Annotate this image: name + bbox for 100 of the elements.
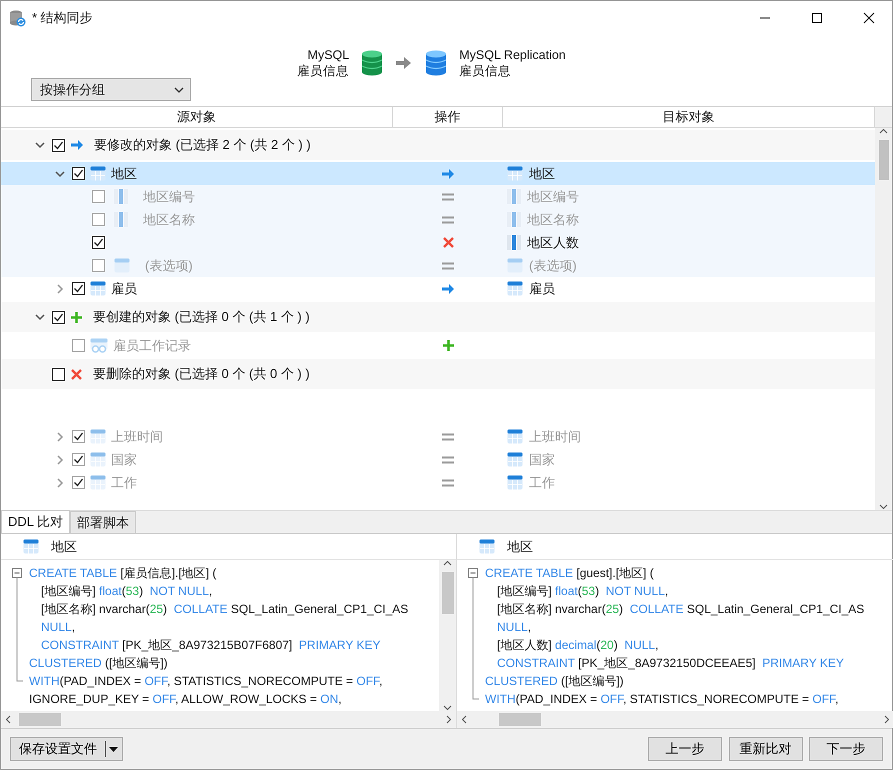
table-icon — [479, 539, 495, 554]
column-icon — [507, 212, 521, 227]
column-icon — [114, 212, 128, 227]
caret-down-icon — [109, 746, 118, 752]
group-label: 要创建的对象 (已选择 0 个 (共 1 个 ) ) — [93, 308, 310, 326]
code-line: [地区名称] nvarchar(25) COLLATE SQL_Latin_General_CP1_CI_AS — [496, 601, 864, 618]
code-line: CLUSTERED ([地区编号]) — [485, 673, 625, 690]
source-object-name: 工作 — [111, 474, 137, 492]
checkbox[interactable] — [52, 368, 65, 380]
nav-button[interactable]: 下一步 — [809, 737, 883, 761]
chevron-up-icon — [879, 128, 888, 134]
database-icon — [425, 50, 448, 76]
source-object-name: 上班时间 — [111, 428, 163, 446]
column-header: 操作 — [393, 107, 503, 127]
chevron-right-icon[interactable] — [55, 284, 65, 294]
target-object-name: 地区 — [529, 164, 555, 183]
code-line: [地区人数] decimal(20) NULL, — [496, 637, 660, 654]
chevron-down-icon — [174, 86, 184, 92]
group-label: 要修改的对象 (已选择 2 个 (共 2 个 ) ) — [94, 136, 311, 154]
checkbox[interactable] — [92, 259, 105, 272]
column-header: 源对象 — [1, 107, 393, 127]
group-row[interactable]: 要创建的对象 (已选择 0 个 (共 1 个 ) ) — [1, 302, 875, 332]
table-icon — [507, 475, 523, 490]
table-icon — [114, 258, 130, 273]
chevron-right-icon[interactable] — [55, 478, 65, 488]
pane-title: 地区 — [507, 538, 533, 556]
pane-title: 地区 — [51, 538, 77, 556]
source-object-name: 地区名称 — [143, 210, 195, 229]
scrollbar-thumb[interactable] — [19, 713, 61, 726]
table-icon — [507, 281, 523, 296]
close-icon[interactable] — [863, 12, 875, 24]
column-icon — [507, 235, 521, 250]
group-row[interactable]: 要修改的对象 (已选择 2 个 (共 2 个 ) ) — [1, 130, 875, 160]
tree-row[interactable]: 雇员 雇员 — [1, 277, 875, 300]
chevron-up-icon — [443, 560, 452, 566]
arrow-right-icon — [395, 56, 414, 70]
group-row[interactable]: 要删除的对象 (已选择 0 个 (共 0 个 ) ) — [1, 359, 875, 389]
chevron-down-icon[interactable] — [35, 140, 45, 150]
tab[interactable]: 部署脚本 — [70, 510, 136, 533]
chevron-right-icon[interactable] — [55, 454, 65, 464]
table-icon — [90, 166, 106, 181]
checkbox[interactable] — [92, 190, 105, 203]
database-icon — [361, 50, 384, 76]
window-title: * 结构同步 — [32, 9, 93, 28]
scrollbar[interactable] — [1, 711, 456, 728]
chevron-right-icon[interactable] — [55, 432, 65, 442]
code-line: CONSTRAINT [PK_地区_8A973215B07F6807] PRIMARY KEY — [40, 637, 382, 654]
target-object-name: 国家 — [529, 450, 555, 469]
scrollbar-thumb[interactable] — [442, 572, 454, 614]
tab[interactable]: DDL 比对 — [1, 510, 70, 533]
database-name: 雇员信息 — [297, 63, 350, 79]
tree-row[interactable]: 地区 地区 — [1, 162, 875, 185]
connection-type: MySQL — [306, 47, 350, 63]
source-object-name: (表选项) — [145, 256, 193, 275]
database-name: 雇员信息 — [459, 63, 512, 79]
target-object-name: (表选项) — [529, 256, 577, 275]
group-by-dropdown[interactable]: 按操作分组 — [31, 78, 191, 101]
table-icon — [90, 429, 106, 444]
code-line: [地区编号] float(53) NOT NULL, — [40, 583, 214, 600]
target-object-name: 地区编号 — [527, 188, 579, 206]
source-object-name: 雇员工作记录 — [113, 336, 191, 355]
table-icon — [90, 281, 106, 296]
database-sync-icon — [8, 9, 26, 27]
target-object-name: 上班时间 — [529, 428, 581, 446]
source-object-name: 雇员 — [111, 280, 137, 298]
group-label: 要删除的对象 (已选择 0 个 (共 0 个 ) ) — [93, 365, 310, 384]
code-line: CREATE TABLE [雇员信息].[地区] ( — [29, 565, 218, 582]
code-line: WITH(PAD_INDEX = OFF, STATISTICS_NORECOMPUTE = OFF, — [485, 691, 840, 708]
scrollbar-thumb[interactable] — [499, 713, 541, 726]
scrollbar[interactable] — [457, 711, 893, 728]
source-object-name: 国家 — [111, 450, 137, 469]
scrollbar[interactable] — [875, 128, 892, 510]
checkbox[interactable] — [72, 339, 85, 352]
code-line: [地区名称] nvarchar(25) COLLATE SQL_Latin_General_CP1_CI_AS — [40, 601, 408, 618]
checkbox[interactable] — [92, 213, 105, 226]
nav-button[interactable]: 上一步 — [648, 737, 722, 761]
tree-row[interactable]: 地区人数 — [1, 231, 875, 254]
connection-type: MySQL Replication — [459, 47, 566, 63]
scrollbar[interactable] — [439, 560, 456, 711]
chevron-right-icon — [884, 715, 890, 724]
nav-button[interactable]: 重新比对 — [728, 737, 802, 761]
table-icon — [507, 452, 523, 467]
column-icon — [507, 189, 521, 204]
table-icon — [90, 452, 106, 467]
code-line: WITH(PAD_INDEX = OFF, STATISTICS_NORECOMPUTE = OFF, — [29, 673, 384, 690]
maximize-icon[interactable] — [811, 12, 823, 24]
code-line: [地区编号] float(53) NOT NULL, — [496, 583, 670, 600]
chevron-left-icon — [5, 715, 11, 724]
target-object-name: 地区名称 — [527, 210, 579, 229]
save-settings-button[interactable]: 保存设置文件 — [10, 737, 123, 761]
chevron-down-icon — [879, 504, 888, 510]
table-icon — [23, 539, 39, 554]
scrollbar-thumb[interactable] — [878, 140, 888, 180]
chevron-down-icon[interactable] — [35, 312, 45, 322]
chevron-right-icon — [446, 715, 452, 724]
chevron-down-icon[interactable] — [55, 168, 65, 178]
table-icon — [90, 475, 106, 490]
scrollbar-corner — [875, 107, 892, 127]
source-object-name: 地区 — [111, 164, 137, 183]
table-icon — [507, 258, 523, 273]
